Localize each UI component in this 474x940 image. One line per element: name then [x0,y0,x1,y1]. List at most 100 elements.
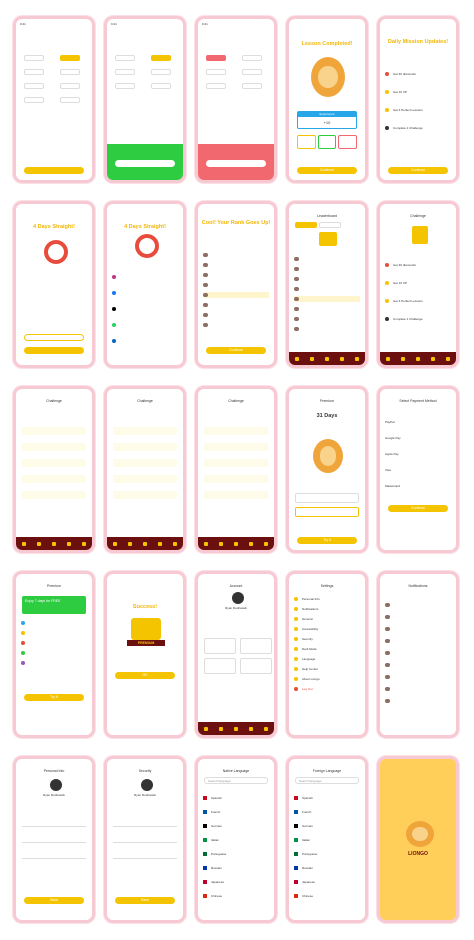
language-item[interactable]: Japanese [294,879,360,885]
payment-option[interactable]: Mastercard [385,483,451,489]
challenge-item[interactable] [113,427,177,435]
notification-row[interactable] [385,662,451,668]
notification-row[interactable] [385,638,451,644]
challenge-item[interactable] [22,475,86,483]
language-item[interactable]: Portuguese [294,851,360,857]
notification-row[interactable] [385,698,451,704]
native-language-screen: Native Language Search language Spanish … [195,756,277,923]
check-answer-button[interactable] [24,167,84,174]
language-item[interactable]: French [203,809,269,815]
challenge-item[interactable] [113,443,177,451]
continue-button[interactable]: Continue [388,505,448,512]
share-item[interactable] [112,274,178,280]
trophy-icon[interactable] [309,356,314,361]
share-button[interactable] [24,334,84,341]
share-item[interactable] [112,290,178,296]
notification-row[interactable] [385,674,451,680]
plan-option-selected[interactable] [295,507,359,517]
settings-item[interactable]: Accessibility [294,626,360,632]
flag-icon[interactable] [324,356,329,361]
name-field[interactable] [22,819,86,827]
continue-button[interactable]: Continue [206,347,266,354]
plan-option[interactable] [295,493,359,503]
language-item[interactable]: Chinese [294,893,360,899]
challenge-item[interactable] [204,475,268,483]
settings-item[interactable]: Notifications [294,606,360,612]
language-item[interactable]: Russian [294,865,360,871]
continue-button[interactable] [115,160,175,167]
challenge-item[interactable] [22,459,86,467]
settings-item[interactable]: Security [294,636,360,642]
search-input[interactable]: Search language [295,777,359,784]
language-item[interactable]: French [294,809,360,815]
share-item[interactable] [112,306,178,312]
settings-item[interactable]: Language [294,656,360,662]
settings-item[interactable]: Help Center [294,666,360,672]
settings-item[interactable]: General [294,616,360,622]
tab-weekly[interactable] [295,222,317,228]
continue-button[interactable]: Continue [297,167,357,174]
page-title: Leaderboard [317,214,337,218]
lion-mascot [311,57,345,97]
star-icon [385,299,389,303]
challenge-item[interactable] [113,459,177,467]
leaderboard-row-self [294,296,360,302]
date-field[interactable] [22,851,86,859]
wrong-panel [198,144,274,180]
try-button[interactable]: Try It [24,694,84,701]
try-button[interactable]: Try it [297,537,357,544]
password-field[interactable] [113,835,177,843]
language-item[interactable]: Russian [203,865,269,871]
challenge-item[interactable] [204,443,268,451]
search-input[interactable]: Search language [204,777,268,784]
language-item[interactable]: German [203,823,269,829]
save-button[interactable]: Save [24,897,84,904]
challenge-item[interactable] [113,491,177,499]
ok-button[interactable]: OK [115,672,175,679]
got-it-button[interactable] [206,160,266,167]
language-item[interactable]: Spanish [294,795,360,801]
linkedin-icon [112,339,116,343]
challenge-item[interactable] [204,459,268,467]
challenge-item[interactable] [204,427,268,435]
language-item[interactable]: German [294,823,360,829]
language-item[interactable]: Chinese [203,893,269,899]
user-icon[interactable] [355,356,360,361]
challenge-item[interactable] [113,475,177,483]
share-item[interactable] [112,322,178,328]
challenge-item[interactable] [22,491,86,499]
language-item[interactable]: Italian [294,837,360,843]
settings-item[interactable]: Dark Mode [294,646,360,652]
language-item[interactable]: Spanish [203,795,269,801]
flag-icon [412,226,428,244]
email-field[interactable] [22,835,86,843]
share-item[interactable] [112,338,178,344]
challenge-item[interactable] [22,427,86,435]
home-icon[interactable] [294,356,299,361]
crown-icon[interactable] [340,356,345,361]
settings-item[interactable]: Personal Info [294,596,360,602]
payment-option[interactable]: Google Pay [385,435,451,441]
settings-item[interactable]: About Liongo [294,676,360,682]
bottom-nav [198,537,274,550]
challenge-item[interactable] [204,491,268,499]
continue-button[interactable]: Continue [388,167,448,174]
challenge-item[interactable] [22,443,86,451]
notification-row[interactable] [385,650,451,656]
password-field[interactable] [113,851,177,859]
payment-option[interactable]: Apple Pay [385,451,451,457]
save-button[interactable]: Save [115,897,175,904]
payment-option[interactable]: PayPal [385,419,451,425]
tab-monthly[interactable] [319,222,341,228]
language-item[interactable]: Portuguese [203,851,269,857]
payment-option[interactable]: Visa [385,467,451,473]
logout-item[interactable]: Log Out [294,686,360,692]
language-item[interactable]: Japanese [203,879,269,885]
notification-row[interactable] [385,602,451,608]
language-item[interactable]: Italian [203,837,269,843]
notification-row[interactable] [385,626,451,632]
password-field[interactable] [113,819,177,827]
notification-row[interactable] [385,686,451,692]
notification-row[interactable] [385,614,451,620]
continue-button[interactable] [24,347,84,354]
